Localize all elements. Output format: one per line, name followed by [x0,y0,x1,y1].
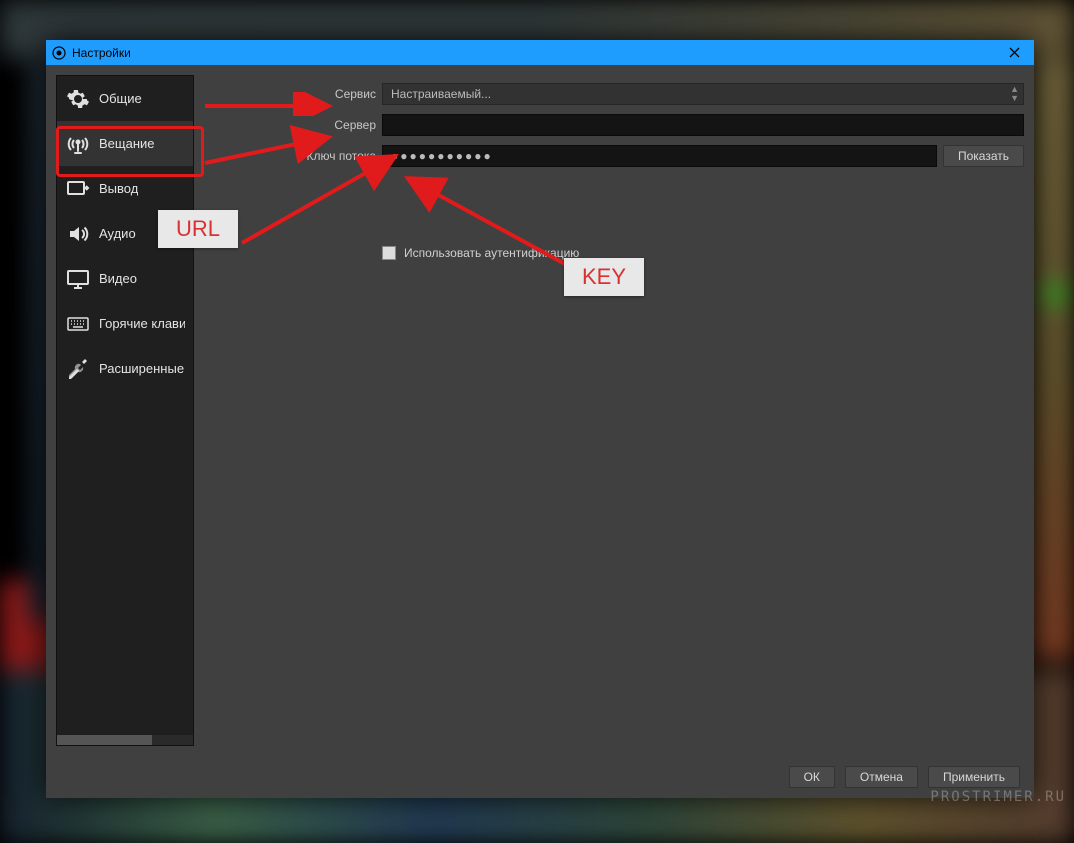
sidebar-item-video[interactable]: Видео [57,256,193,301]
sidebar-item-label: Вывод [99,181,138,196]
annotation-tag-key: KEY [564,258,644,296]
sidebar-item-advanced[interactable]: Расширенные [57,346,193,391]
sidebar-item-label: Вещание [99,136,155,151]
sidebar-item-output[interactable]: Вывод [57,166,193,211]
sidebar-item-hotkeys[interactable]: Горячие клавиши [57,301,193,346]
updown-icon: ▲▼ [1010,85,1019,103]
service-value: Настраиваемый... [391,87,491,101]
annotation-tag-url: URL [158,210,238,248]
ok-button[interactable]: ОК [789,766,835,788]
sidebar-item-label: Аудио [99,226,136,241]
use-auth-checkbox[interactable] [382,246,396,260]
gear-icon [65,86,91,112]
sidebar: Общие Вещание Вывод Аудио [56,75,194,746]
stream-key-label: Ключ потока [208,149,376,163]
monitor-icon [65,266,91,292]
stream-key-value: ●●●●●●●●●●● [391,149,493,163]
server-input[interactable] [382,114,1024,136]
sidebar-item-label: Расширенные [99,361,184,376]
sidebar-item-stream[interactable]: Вещание [57,121,193,166]
sidebar-scrollbar[interactable] [57,735,193,745]
output-icon [65,176,91,202]
stream-key-input[interactable]: ●●●●●●●●●●● [382,145,937,167]
sidebar-item-label: Общие [99,91,142,106]
service-select[interactable]: Настраиваемый... ▲▼ [382,83,1024,105]
settings-panel-stream: Сервис Настраиваемый... ▲▼ Сервер [208,75,1024,746]
close-button[interactable] [994,40,1034,65]
sidebar-item-label: Горячие клавиши [99,316,185,331]
titlebar: Настройки [46,40,1034,65]
service-label: Сервис [208,87,376,101]
apply-button[interactable]: Применить [928,766,1020,788]
app-icon [52,46,66,60]
antenna-icon [65,131,91,157]
sidebar-item-general[interactable]: Общие [57,76,193,121]
settings-dialog: Настройки Общие Вещание [46,40,1034,798]
sidebar-item-label: Видео [99,271,137,286]
tools-icon [65,356,91,382]
use-auth-label: Использовать аутентификацию [404,246,579,260]
speaker-icon [65,221,91,247]
window-title: Настройки [72,46,131,60]
server-label: Сервер [208,118,376,132]
cancel-button[interactable]: Отмена [845,766,918,788]
dialog-footer: ОК Отмена Применить [46,756,1034,798]
keyboard-icon [65,311,91,337]
show-key-button[interactable]: Показать [943,145,1024,167]
watermark: PROSTRIMER.RU [930,789,1066,805]
